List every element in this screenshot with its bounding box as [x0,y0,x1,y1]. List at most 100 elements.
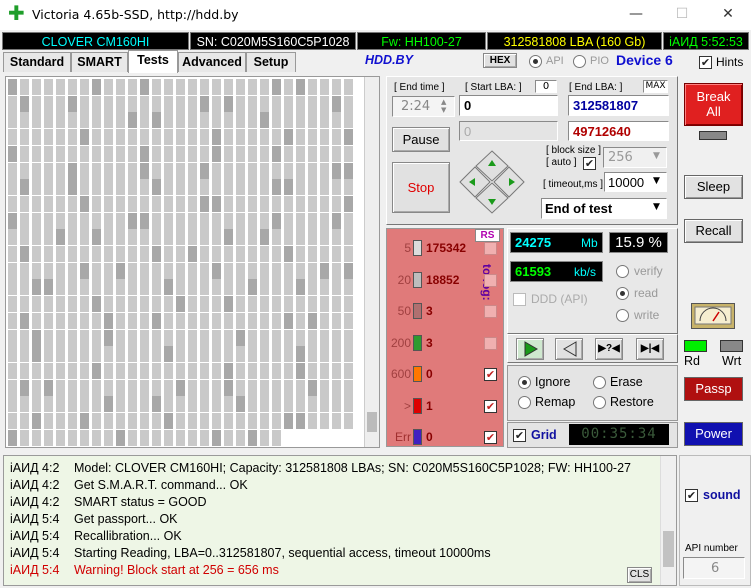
stop-button[interactable]: Stop [392,162,450,213]
log-time: iАИД 4:2 [10,478,60,492]
read-radio[interactable] [616,287,629,300]
histogram-bar [413,303,422,319]
grid-block [68,79,77,95]
read-led [684,340,707,352]
goto-end-button[interactable]: ▶|◀ [636,338,664,360]
end-time-field[interactable]: 2:24 ▲ ▼ [392,96,455,117]
maximize-button[interactable]: ☐ [659,0,705,30]
minimize-button[interactable]: — [613,0,659,30]
start-lba-input[interactable]: 0 [459,95,558,116]
grid-block [260,396,269,413]
grid-scrollbar[interactable] [364,77,379,447]
grid-checkbox[interactable]: ✔ [513,429,526,442]
ignore-radio[interactable] [518,376,531,389]
block-auto-checkbox[interactable]: ✔ [583,157,596,170]
tab-tests[interactable]: Tests [128,50,178,73]
to-log-checkbox[interactable]: ✔ [484,399,497,413]
to-log-checkbox[interactable]: ✔ [484,431,497,444]
grid-block [332,396,341,413]
grid-block [140,312,149,329]
block-size-select[interactable]: 256 ▼ [603,147,667,168]
restore-radio[interactable] [593,396,606,409]
grid-block [296,246,305,262]
api-radio[interactable] [529,55,542,68]
grid-block [188,279,197,296]
hex-button[interactable]: HEX [483,53,517,68]
grid-block [344,195,353,212]
grid-block [236,296,245,313]
tab-advanced[interactable]: Advanced [178,52,246,72]
end-time-label: [ End time ] [394,82,445,93]
grid-block [236,95,245,112]
direction-pad[interactable] [458,149,526,215]
grid-block [32,296,41,313]
recall-button[interactable]: Recall [684,219,743,243]
tab-standard[interactable]: Standard [3,52,71,72]
hints-label: Hints [716,55,744,69]
grid-block [152,262,161,279]
skip-unknown-button[interactable]: ▶?◀ [595,338,623,360]
grid-block [104,396,113,413]
grid-block [188,312,197,329]
grid-block [296,212,305,229]
write-radio[interactable] [616,309,629,322]
grid-block [236,312,245,329]
grid-block [92,112,101,129]
to-log-checkbox[interactable] [484,273,497,287]
hints-checkbox[interactable]: ✔ [699,56,712,69]
ddd-api-checkbox[interactable] [513,293,526,306]
log-scroll-thumb[interactable] [663,531,674,567]
break-all-button[interactable]: Break All [684,83,743,126]
grid-block [224,112,233,129]
histogram-row-label: 600 [390,367,411,381]
grid-block [32,162,41,179]
clear-log-button[interactable]: CLS [627,567,652,583]
sound-checkbox[interactable]: ✔ [685,489,698,502]
to-log-checkbox[interactable] [484,305,497,318]
grid-block [44,246,53,262]
grid-block [20,246,29,262]
erase-radio[interactable] [593,376,606,389]
spinner-arrows-icon[interactable]: ▲ ▼ [441,98,446,114]
site-link[interactable]: HDD.BY [365,53,413,67]
grid-block [44,195,53,212]
log-scrollbar[interactable] [660,456,676,585]
grid-block [260,329,269,346]
end-lba-max[interactable]: MAX [643,80,668,93]
sleep-button[interactable]: Sleep [684,175,743,199]
grid-block [164,95,173,112]
power-button[interactable]: Power [684,422,743,446]
tab-smart[interactable]: SMART [71,52,128,72]
to-log-checkbox[interactable]: ✔ [484,368,497,381]
grid-block [284,379,293,396]
grid-scroll-thumb[interactable] [367,412,377,432]
end-action-select[interactable]: End of test ▼ [541,198,667,219]
tab-setup[interactable]: Setup [246,52,296,72]
rd-label: Rd [684,354,700,368]
verify-radio[interactable] [616,265,629,278]
to-log-checkbox[interactable] [484,242,497,255]
remap-radio[interactable] [518,396,531,409]
start-lba-reset[interactable]: 0 [535,80,557,93]
histogram-bar [413,397,422,414]
passp-button[interactable]: Passp [684,377,743,401]
pause-button[interactable]: Pause [392,127,450,152]
grid-block [176,179,185,196]
grid-block [272,129,281,146]
api-number-field[interactable]: 6 [683,557,745,579]
pio-radio[interactable] [573,55,586,68]
play-button[interactable] [516,338,544,360]
grid-block [104,162,113,179]
timer-display: 00:35:34 [569,424,669,445]
end-lba-input[interactable]: 312581807 [568,95,669,116]
grid-block [284,129,293,146]
grid-block [272,162,281,179]
grid-block [320,246,329,262]
rewind-button[interactable] [555,338,583,360]
grid-block [260,195,269,212]
close-button[interactable]: ✕ [705,0,751,30]
reset-stats-button[interactable]: RS [475,229,500,242]
timeout-select[interactable]: 10000 ▼ [604,172,667,192]
to-log-checkbox[interactable] [484,336,497,350]
grid-block [296,162,305,179]
